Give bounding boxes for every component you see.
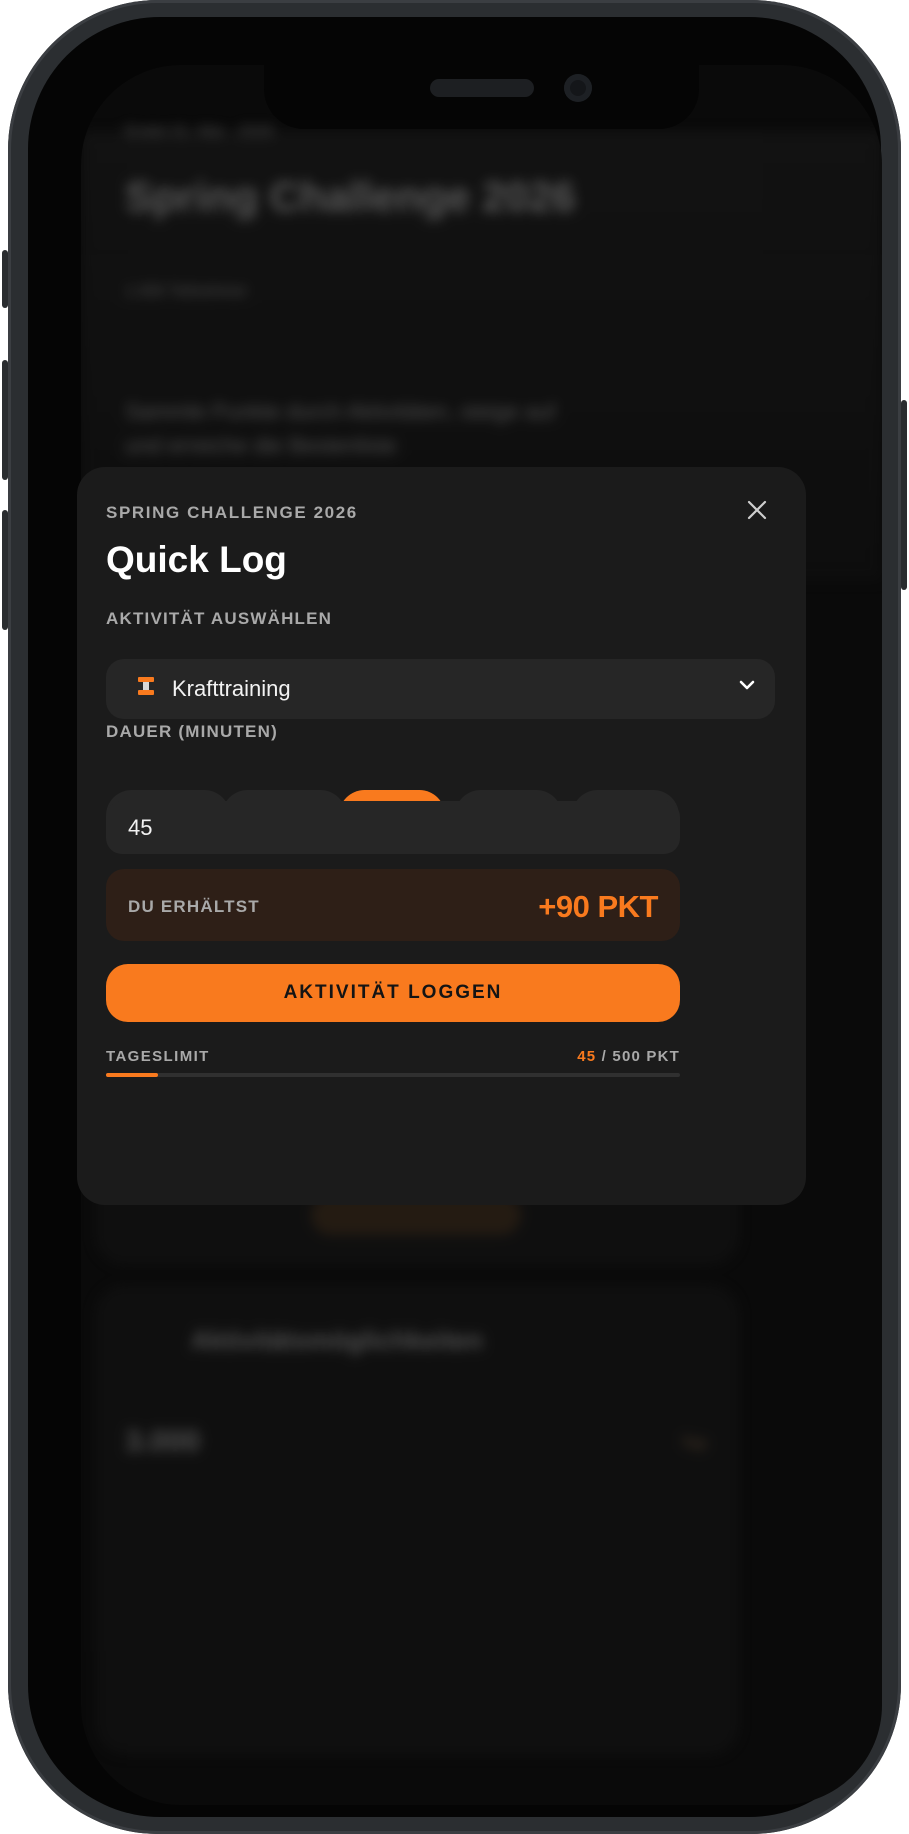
- reward-points: +90 PKT: [538, 889, 658, 924]
- log-activity-button[interactable]: AKTIVITÄT LOGGEN: [106, 964, 680, 1022]
- close-icon[interactable]: [744, 499, 770, 525]
- daily-limit-current: 45: [577, 1048, 597, 1065]
- daily-limit-progress: [106, 1073, 680, 1077]
- stats-title: Aktivitätsmöglichkeiten: [191, 1325, 483, 1355]
- hero-title: Spring Challenge 2026: [125, 173, 576, 220]
- modal-title: Quick Log: [106, 539, 287, 580]
- power-button: [901, 400, 907, 590]
- stats-value: 3.000: [125, 1425, 201, 1458]
- daily-limit-progress-fill: [106, 1073, 158, 1077]
- duration-label: DAUER (MINUTEN): [106, 722, 278, 741]
- mute-switch: [2, 250, 8, 308]
- daily-limit-row: TAGESLIMIT 45 / 500 PKT: [106, 1048, 680, 1070]
- modal-eyebrow: SPRING CHALLENGE 2026: [106, 503, 358, 522]
- quick-log-modal: SPRING CHALLENGE 2026 Quick Log AKTIVITÄ…: [77, 467, 806, 1205]
- activity-select[interactable]: Krafttraining: [106, 659, 775, 719]
- speaker: [430, 79, 534, 97]
- duration-input[interactable]: [106, 801, 680, 854]
- front-camera: [564, 74, 592, 102]
- reward-box: DU ERHÄLTST +90 PKT: [106, 869, 680, 941]
- stats-tag: Top: [681, 1435, 707, 1452]
- chevron-down-icon: [738, 673, 756, 701]
- daily-limit-label: TAGESLIMIT: [106, 1048, 210, 1065]
- volume-down-button: [2, 510, 8, 630]
- close-icon-glyph: [747, 500, 767, 520]
- daily-limit-value: 45 / 500 PKT: [577, 1048, 680, 1065]
- dumbbell-icon: [136, 675, 156, 703]
- activity-select-value: Krafttraining: [172, 676, 291, 701]
- hero-meta: 1.000 Teilnehmer: [125, 283, 248, 300]
- hero-text: Sammle Punkte durch Aktivitäten, steige …: [125, 399, 556, 458]
- notch: [264, 65, 699, 129]
- hero-date: Endet 31. Mai · 2026: [125, 123, 274, 140]
- activity-label: AKTIVITÄT AUSWÄHLEN: [106, 609, 333, 628]
- reward-label: DU ERHÄLTST: [128, 897, 260, 916]
- daily-limit-max: / 500 PKT: [596, 1048, 680, 1065]
- volume-up-button: [2, 360, 8, 480]
